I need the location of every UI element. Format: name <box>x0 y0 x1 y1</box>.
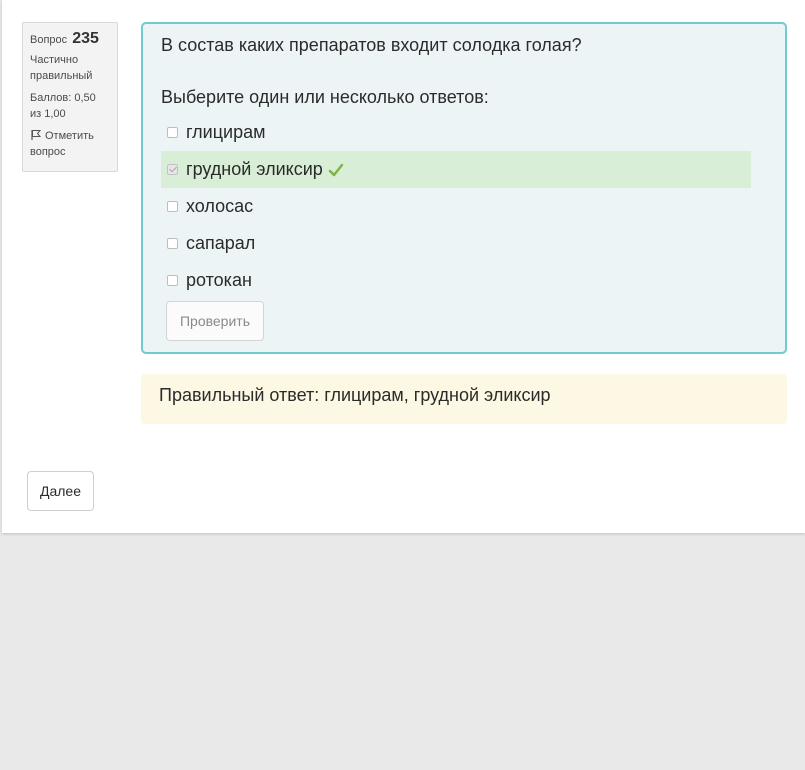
answer-checkbox[interactable] <box>167 238 178 249</box>
answer-option[interactable]: глицирам <box>161 114 751 151</box>
question-label: Вопрос <box>30 34 68 46</box>
quiz-page: Вопрос 235 Частично правильный Баллов: 0… <box>2 0 805 533</box>
question-number: 235 <box>72 30 99 47</box>
answer-option[interactable]: грудной эликсир <box>161 151 751 188</box>
question-info-panel: Вопрос 235 Частично правильный Баллов: 0… <box>22 22 118 172</box>
answer-label: холосас <box>186 196 254 216</box>
answer-label: глицирам <box>186 122 266 142</box>
next-button[interactable]: Далее <box>27 471 94 511</box>
answer-label: ротокан <box>186 270 252 290</box>
question-state: Частично правильный <box>30 54 93 82</box>
question-text: В состав каких препаратов входит солодка… <box>161 35 582 55</box>
question-grade: Баллов: 0,50 из 1,00 <box>30 92 96 120</box>
answer-checkbox[interactable] <box>167 201 178 212</box>
correct-check-icon <box>328 163 343 176</box>
answer-checkbox[interactable] <box>167 275 178 286</box>
answer-option[interactable]: сапарал <box>161 225 751 262</box>
answer-prompt: Выберите один или несколько ответов: <box>161 87 489 107</box>
answer-option[interactable]: ротокан <box>161 262 751 299</box>
flag-icon <box>31 130 42 140</box>
question-content: В состав каких препаратов входит солодка… <box>141 22 787 354</box>
answer-label: сапарал <box>186 233 256 253</box>
answer-option[interactable]: холосас <box>161 188 751 225</box>
right-answer-text: Правильный ответ: глицирам, грудной элик… <box>159 385 551 405</box>
answer-checkbox[interactable] <box>167 127 178 138</box>
answer-list: глицирам грудной эликсир холосас сапарал… <box>161 114 751 299</box>
answer-checkbox[interactable] <box>167 164 178 175</box>
question-number-line: Вопрос 235 <box>30 31 110 48</box>
right-answer-feedback: Правильный ответ: глицирам, грудной элик… <box>141 374 787 424</box>
answer-label: грудной эликсир <box>186 159 323 179</box>
check-button[interactable]: Проверить <box>166 301 264 341</box>
flag-question-link[interactable]: Отметить вопрос <box>30 128 110 160</box>
